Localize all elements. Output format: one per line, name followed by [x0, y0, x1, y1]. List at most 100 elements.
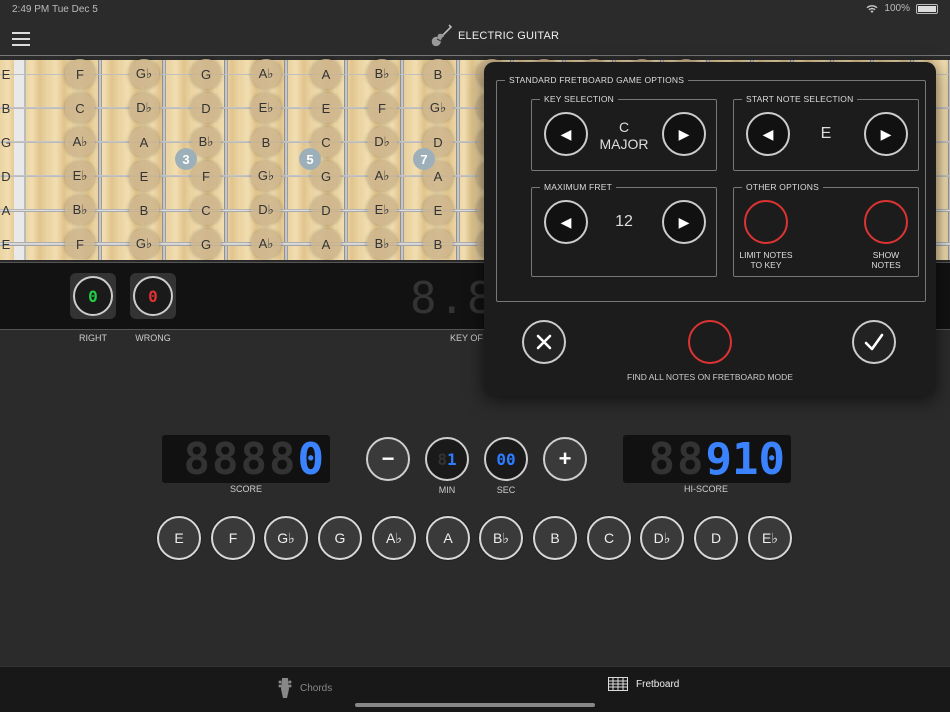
note-answer-button[interactable]: G♭ — [264, 516, 308, 560]
note-answer-button[interactable]: D — [694, 516, 738, 560]
fretboard-note[interactable]: E♭ — [251, 93, 281, 123]
fretboard-note[interactable]: E — [423, 195, 453, 225]
fretboard-note[interactable]: A — [311, 59, 341, 89]
confirm-button[interactable] — [852, 320, 896, 364]
fretboard-note[interactable]: A♭ — [251, 229, 281, 259]
fret-inlay-marker: 3 — [175, 148, 197, 170]
home-indicator[interactable] — [355, 703, 595, 707]
note-answer-button[interactable]: C — [587, 516, 631, 560]
title-area: ELECTRIC GUITAR — [430, 24, 559, 48]
key-prev-button[interactable]: ◀ — [544, 112, 588, 156]
fretboard-note[interactable]: A♭ — [65, 127, 95, 157]
score-label: SCORE — [229, 484, 262, 494]
options-group: STANDARD FRETBOARD GAME OPTIONS KEY SELE… — [496, 75, 926, 302]
fretboard-note[interactable]: D — [311, 195, 341, 225]
fretboard-note[interactable]: G♭ — [129, 229, 159, 259]
show-notes-label-line2: NOTES — [871, 260, 901, 270]
fretboard-note[interactable]: D — [191, 93, 221, 123]
limit-notes-toggle[interactable] — [744, 200, 788, 244]
right-count: 0 — [73, 276, 113, 316]
fretboard-note[interactable]: B — [251, 127, 281, 157]
fretboard-note[interactable]: A — [129, 127, 159, 157]
note-answer-button[interactable]: A — [426, 516, 470, 560]
menu-icon[interactable] — [12, 32, 30, 46]
game-options-dialog: STANDARD FRETBOARD GAME OPTIONS KEY SELE… — [484, 62, 936, 396]
fretboard-note[interactable]: B — [129, 195, 159, 225]
tab-chords-label: Chords — [300, 682, 333, 694]
note-answer-button[interactable]: A♭ — [372, 516, 416, 560]
fretboard-note[interactable]: C — [65, 93, 95, 123]
fretboard-note[interactable]: E♭ — [367, 195, 397, 225]
fretboard-note[interactable]: E — [0, 229, 14, 259]
fretboard-note[interactable]: B♭ — [367, 59, 397, 89]
hiscore-display: 88 910 — [623, 433, 791, 485]
fret-wire — [162, 60, 166, 260]
note-answer-button[interactable]: E♭ — [748, 516, 792, 560]
fretboard-note[interactable]: F — [65, 229, 95, 259]
fretboard-note[interactable]: A♭ — [251, 59, 281, 89]
max-fret-prev-button[interactable]: ◀ — [544, 200, 588, 244]
increase-time-button[interactable]: + — [543, 437, 587, 481]
fretboard-note[interactable]: G♭ — [129, 59, 159, 89]
fretboard-note[interactable]: F — [65, 59, 95, 89]
note-answer-button[interactable]: E — [157, 516, 201, 560]
fretboard-note[interactable]: B♭ — [65, 195, 95, 225]
max-fret-next-button[interactable]: ▶ — [662, 200, 706, 244]
fretboard-note[interactable]: B♭ — [367, 229, 397, 259]
fretboard-note[interactable]: B — [0, 93, 14, 123]
battery-percent: 100% — [884, 3, 910, 14]
key-next-button[interactable]: ▶ — [662, 112, 706, 156]
note-answer-button[interactable]: B — [533, 516, 577, 560]
tab-chords[interactable]: Chords — [278, 677, 332, 699]
limit-notes-label-line2: TO KEY — [750, 260, 782, 270]
status-date: Tue Dec 5 — [52, 4, 98, 15]
fretboard-note[interactable]: G — [0, 127, 14, 157]
fretboard-note[interactable]: F — [191, 161, 221, 191]
fretboard-note[interactable]: B — [423, 59, 453, 89]
fretboard-note[interactable]: C — [191, 195, 221, 225]
fretboard-nut — [14, 60, 26, 260]
wifi-icon — [866, 4, 878, 13]
hiscore-label: HI-SCORE — [683, 484, 728, 494]
fretboard-note[interactable]: D♭ — [251, 195, 281, 225]
fretboard-note[interactable]: G — [191, 59, 221, 89]
start-note-next-button[interactable]: ▶ — [864, 112, 908, 156]
fretboard-note[interactable]: E♭ — [65, 161, 95, 191]
show-notes-label: SHOW NOTES — [846, 250, 926, 270]
decrease-time-button[interactable]: − — [366, 437, 410, 481]
fretboard-note[interactable]: A — [311, 229, 341, 259]
fretboard-note[interactable]: D — [0, 161, 14, 191]
fretboard-note[interactable]: D♭ — [129, 93, 159, 123]
right-counter: 0 — [70, 273, 116, 319]
fretboard-note[interactable]: G — [191, 229, 221, 259]
fretboard-note[interactable]: E — [0, 59, 14, 89]
minutes-value: 1 — [447, 449, 457, 469]
fret-wire — [456, 60, 460, 260]
fretboard-note[interactable]: D♭ — [367, 127, 397, 157]
max-fret-label: MAXIMUM FRET — [540, 182, 617, 192]
key-value-note: C — [618, 119, 630, 135]
fretboard-note[interactable]: E — [311, 93, 341, 123]
page-title: ELECTRIC GUITAR — [458, 30, 560, 42]
fretboard-note[interactable]: B — [423, 229, 453, 259]
header-bar: ELECTRIC GUITAR — [0, 18, 950, 56]
fretboard-note[interactable]: A♭ — [367, 161, 397, 191]
note-answer-button[interactable]: B♭ — [479, 516, 523, 560]
fretboard-note[interactable]: G♭ — [423, 93, 453, 123]
fretboard-note[interactable]: E — [129, 161, 159, 191]
wrong-count: 0 — [133, 276, 173, 316]
fretboard-note[interactable]: A — [0, 195, 14, 225]
hiscore-value: 910 — [705, 433, 785, 485]
note-answer-button[interactable]: F — [211, 516, 255, 560]
cancel-button[interactable] — [522, 320, 566, 364]
note-answer-button[interactable]: G — [318, 516, 362, 560]
show-notes-toggle[interactable] — [864, 200, 908, 244]
fretboard-note[interactable]: F — [367, 93, 397, 123]
tab-fretboard[interactable]: Fretboard — [608, 677, 679, 691]
find-all-notes-toggle[interactable] — [688, 320, 732, 364]
wrong-counter: 0 — [130, 273, 176, 319]
start-note-prev-button[interactable]: ◀ — [746, 112, 790, 156]
note-answer-button[interactable]: D♭ — [640, 516, 684, 560]
close-icon — [536, 334, 552, 350]
fretboard-note[interactable]: G♭ — [251, 161, 281, 191]
